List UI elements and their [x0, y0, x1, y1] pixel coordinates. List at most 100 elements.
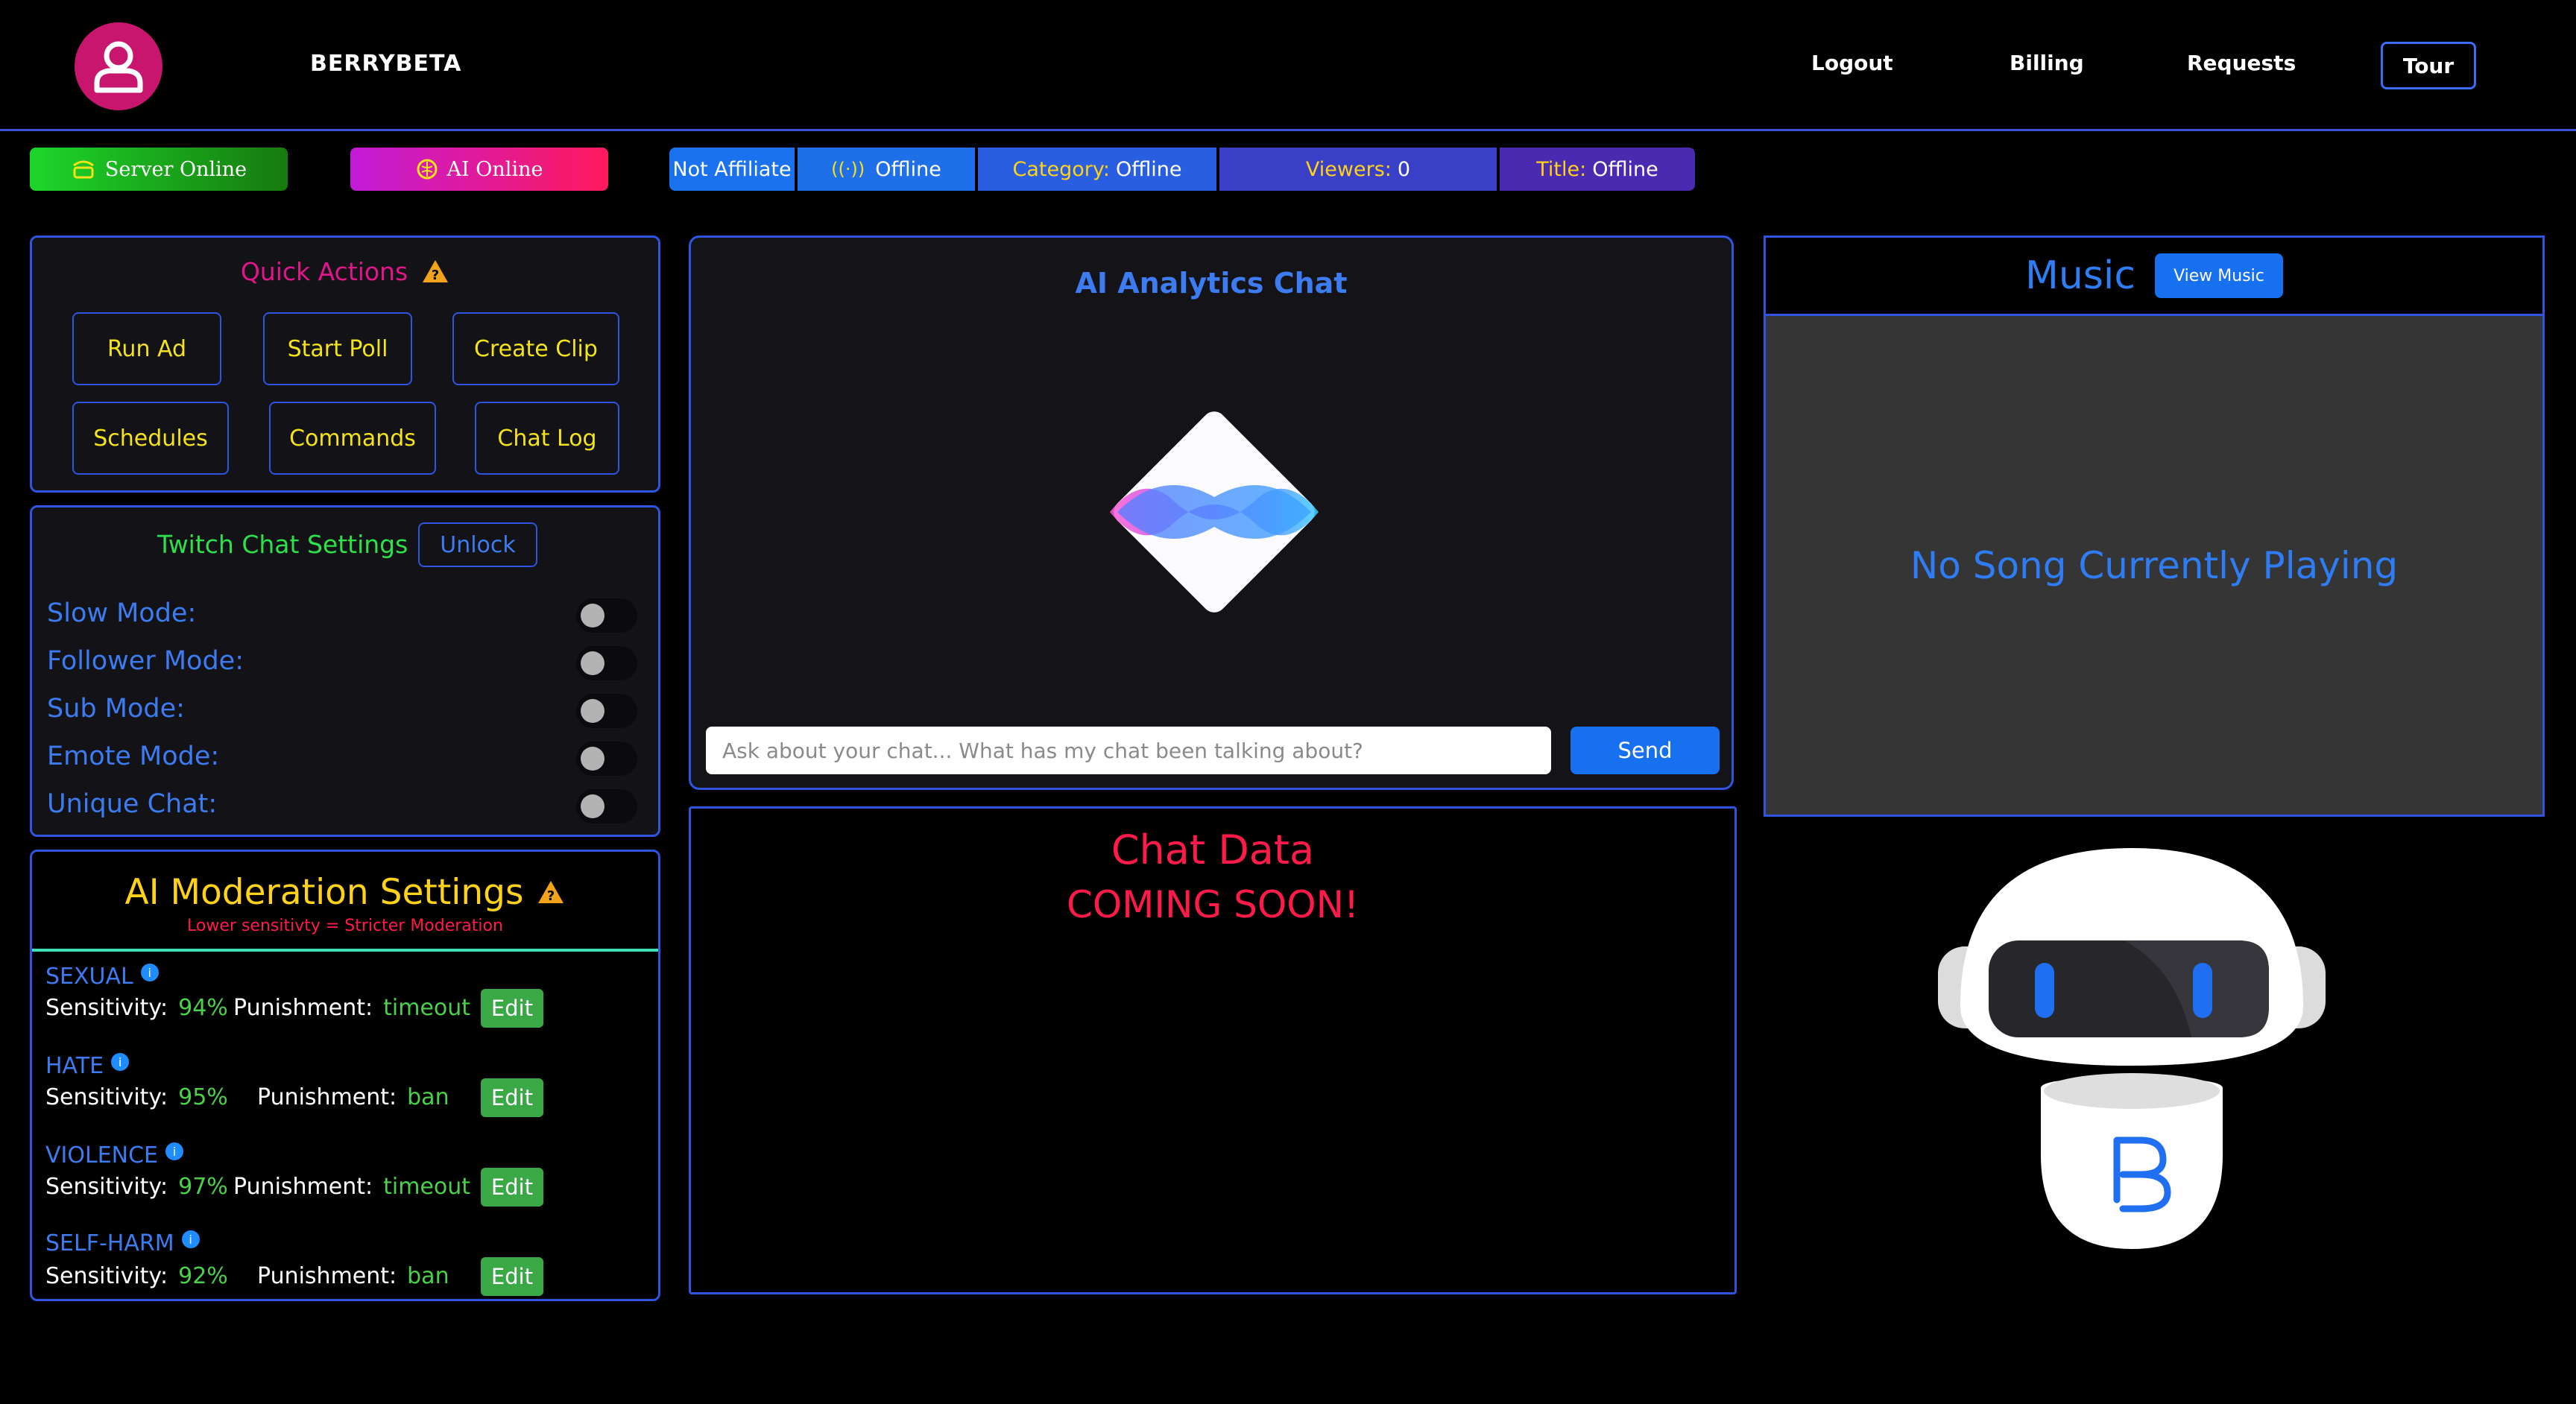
- info-icon[interactable]: i: [165, 1142, 183, 1160]
- server-status-label: Server Online: [104, 157, 247, 181]
- unlock-button[interactable]: Unlock: [418, 522, 537, 567]
- follower-mode-label: Follower Mode:: [47, 646, 244, 676]
- category-sexual: SEXUAL i: [45, 964, 159, 990]
- divider: [32, 949, 658, 952]
- brand-name: BERRYBETA: [310, 51, 462, 77]
- music-header: Music View Music: [1766, 238, 2542, 314]
- commands-button[interactable]: Commands: [269, 402, 436, 475]
- coming-soon-label: COMING SOON!: [1066, 883, 1360, 926]
- category-violence: VIOLENCE i: [45, 1142, 183, 1169]
- warning-icon: ?: [423, 260, 449, 283]
- top-header: BERRYBETA Logout Billing Requests Tour: [0, 0, 2576, 131]
- twitch-settings-panel: Twitch Chat Settings Unlock Slow Mode: F…: [30, 505, 660, 837]
- sub-mode-toggle[interactable]: [576, 694, 637, 728]
- music-player-area: No Song Currently Playing: [1766, 314, 2542, 815]
- no-song-label: No Song Currently Playing: [1910, 543, 2399, 587]
- edit-button[interactable]: Edit: [481, 1078, 543, 1117]
- stream-status-label: Offline: [875, 157, 941, 181]
- viewers-value: 0: [1397, 157, 1411, 181]
- follower-mode-toggle[interactable]: [576, 646, 637, 680]
- chat-data-title: Chat Data: [1111, 826, 1315, 873]
- sensitivity-value: 92%: [178, 1263, 228, 1289]
- music-panel: Music View Music No Song Currently Playi…: [1764, 235, 2545, 817]
- edit-button[interactable]: Edit: [481, 1168, 543, 1207]
- analytics-panel: AI Analytics Chat Ask about your chat...…: [689, 235, 1734, 790]
- nav-billing[interactable]: Billing: [2010, 51, 2084, 75]
- punishment-value: timeout: [383, 995, 471, 1021]
- edit-button[interactable]: Edit: [481, 1257, 543, 1296]
- punishment-label: Punishment:: [257, 1084, 397, 1110]
- category-label: VIOLENCE: [45, 1142, 158, 1169]
- nav-requests[interactable]: Requests: [2187, 51, 2296, 75]
- info-icon[interactable]: i: [181, 1230, 200, 1248]
- view-music-button[interactable]: View Music: [2154, 253, 2283, 298]
- title-key: Title:: [1536, 157, 1587, 181]
- tour-button[interactable]: Tour: [2381, 42, 2476, 89]
- punishment-field: Punishment: ban: [257, 1263, 449, 1289]
- chat-data-panel: Chat Data COMING SOON!: [689, 806, 1737, 1294]
- create-clip-button[interactable]: Create Clip: [452, 312, 619, 385]
- slow-mode-toggle[interactable]: [576, 598, 637, 633]
- moderation-row: Sensitivity: 95%: [45, 1084, 228, 1110]
- category-value: Offline: [1115, 157, 1182, 181]
- punishment-value: ban: [407, 1084, 449, 1110]
- ai-status-pill: AI Online: [350, 148, 608, 191]
- ai-logo-icon: [1110, 411, 1319, 613]
- sensitivity-label: Sensitivity:: [45, 995, 168, 1021]
- toggle-knob: [581, 651, 604, 675]
- info-icon[interactable]: i: [140, 964, 159, 981]
- analytics-input-placeholder: Ask about your chat... What has my chat …: [722, 738, 1363, 763]
- warning-icon: ?: [538, 881, 564, 904]
- punishment-label: Punishment:: [233, 1174, 373, 1200]
- category-label: HATE: [45, 1053, 104, 1079]
- send-button[interactable]: Send: [1570, 727, 1720, 774]
- moderation-header: AI Moderation Settings ?: [32, 870, 658, 914]
- run-ad-button[interactable]: Run Ad: [72, 312, 221, 385]
- punishment-field: Punishment: timeout: [233, 995, 470, 1021]
- category-self-harm: SELF-HARM i: [45, 1230, 200, 1256]
- punishment-field: Punishment: ban: [257, 1084, 449, 1110]
- quick-actions-panel: Quick Actions ? Run Ad Start Poll Create…: [30, 235, 660, 493]
- category-key: Category:: [1012, 157, 1110, 181]
- schedules-button[interactable]: Schedules: [72, 402, 229, 475]
- chat-log-button[interactable]: Chat Log: [475, 402, 619, 475]
- moderation-row: Sensitivity: 94%: [45, 995, 228, 1021]
- punishment-value: ban: [407, 1263, 449, 1289]
- sensitivity-value: 95%: [178, 1084, 228, 1110]
- category-label: SEXUAL: [45, 964, 133, 990]
- svg-text:?: ?: [547, 888, 555, 904]
- music-title: Music: [2025, 253, 2135, 298]
- analytics-title: AI Analytics Chat: [1075, 267, 1348, 300]
- category-label: SELF-HARM: [45, 1230, 174, 1256]
- toggle-knob: [581, 699, 604, 723]
- moderation-panel: AI Moderation Settings ? Lower sensitivt…: [30, 850, 660, 1301]
- emote-mode-label: Emote Mode:: [47, 741, 220, 771]
- viewers-key: Viewers:: [1305, 157, 1392, 181]
- sensitivity-value: 97%: [178, 1174, 228, 1200]
- brain-icon: [417, 159, 438, 180]
- punishment-label: Punishment:: [257, 1263, 397, 1289]
- info-icon[interactable]: i: [111, 1053, 130, 1071]
- svg-text:?: ?: [432, 268, 439, 283]
- user-avatar[interactable]: [75, 22, 162, 110]
- nav-logout[interactable]: Logout: [1811, 51, 1893, 75]
- robot-mascot-icon: [1938, 848, 2326, 1249]
- sensitivity-label: Sensitivity:: [45, 1263, 168, 1289]
- unique-chat-toggle[interactable]: [576, 789, 637, 823]
- punishment-label: Punishment:: [233, 995, 373, 1021]
- emote-mode-toggle[interactable]: [576, 741, 637, 776]
- punishment-field: Punishment: timeout: [233, 1174, 470, 1200]
- toggle-knob: [581, 604, 604, 627]
- viewers-status: Viewers: 0: [1219, 148, 1497, 191]
- quick-actions-header: Quick Actions ?: [32, 253, 658, 290]
- sensitivity-value: 94%: [178, 995, 228, 1021]
- sub-mode-label: Sub Mode:: [47, 694, 185, 724]
- analytics-input[interactable]: Ask about your chat... What has my chat …: [706, 727, 1551, 774]
- affiliate-status: Not Affiliate: [669, 148, 795, 191]
- slow-mode-label: Slow Mode:: [47, 598, 197, 628]
- title-status: Title: Offline: [1500, 148, 1695, 191]
- ai-status-label: AI Online: [446, 157, 543, 181]
- sensitivity-label: Sensitivity:: [45, 1174, 168, 1200]
- edit-button[interactable]: Edit: [481, 989, 543, 1028]
- start-poll-button[interactable]: Start Poll: [263, 312, 412, 385]
